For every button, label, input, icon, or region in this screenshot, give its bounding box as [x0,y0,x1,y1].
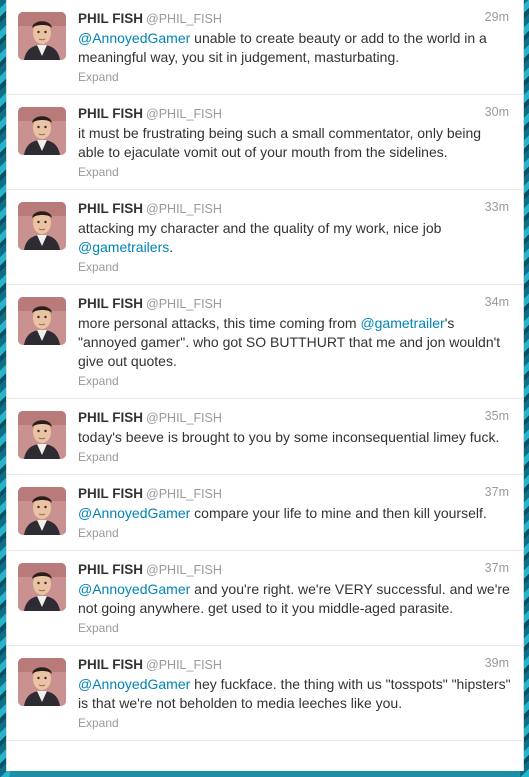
tweet-text: it must be frustrating being such a smal… [78,124,511,162]
username[interactable]: @PHIL_FISH [146,202,222,216]
mention-link[interactable]: @AnnoyedGamer [78,30,190,46]
display-name[interactable]: PHIL FISH [78,486,143,501]
tweet[interactable]: PHIL FISH @PHIL_FISH 33m attacking my cha… [7,190,523,285]
tweet-text-segment: today's beeve is brought to you by some … [78,429,500,445]
timestamp[interactable]: 33m [485,200,509,214]
avatar-photo-icon [18,658,66,706]
avatar[interactable] [18,12,66,60]
timestamp[interactable]: 29m [485,10,509,24]
mention-link[interactable]: @gametrailers [78,239,169,255]
display-name[interactable]: PHIL FISH [78,201,143,216]
avatar[interactable] [18,107,66,155]
timestamp[interactable]: 39m [485,656,509,670]
expand-link[interactable]: Expand [78,716,511,730]
tweet-text-segment: more personal attacks, this time coming … [78,315,361,331]
display-name[interactable]: PHIL FISH [78,11,143,26]
timestamp[interactable]: 34m [485,295,509,309]
expand-link[interactable]: Expand [78,621,511,635]
username[interactable]: @PHIL_FISH [146,658,222,672]
tweet[interactable]: PHIL FISH @PHIL_FISH 34m more personal at… [7,285,523,399]
username[interactable]: @PHIL_FISH [146,12,222,26]
tweet-text: more personal attacks, this time coming … [78,314,511,371]
tweet-text: @AnnoyedGamer hey fuckface. the thing wi… [78,675,511,713]
avatar-photo-icon [18,12,66,60]
mention-link[interactable]: @gametrailer [360,315,444,331]
display-name[interactable]: PHIL FISH [78,106,143,121]
avatar[interactable] [18,202,66,250]
avatar-photo-icon [18,411,66,459]
timestamp[interactable]: 37m [485,485,509,499]
avatar-photo-icon [18,107,66,155]
timestamp[interactable]: 35m [485,409,509,423]
tweet[interactable]: PHIL FISH @PHIL_FISH 39m @AnnoyedGamer he… [7,646,523,741]
tweet-text-segment: compare your life to mine and then kill … [190,505,487,521]
display-name[interactable]: PHIL FISH [78,410,143,425]
avatar[interactable] [18,658,66,706]
tweet[interactable]: PHIL FISH @PHIL_FISH 30m it must be frust… [7,95,523,190]
tweet-text: attacking my character and the quality o… [78,219,511,257]
mention-link[interactable]: @AnnoyedGamer [78,581,190,597]
avatar[interactable] [18,411,66,459]
username[interactable]: @PHIL_FISH [146,297,222,311]
tweet-text: @AnnoyedGamer and you're right. we're VE… [78,580,511,618]
expand-link[interactable]: Expand [78,260,511,274]
expand-link[interactable]: Expand [78,526,511,540]
expand-link[interactable]: Expand [78,165,511,179]
tweet-text: today's beeve is brought to you by some … [78,428,511,447]
avatar-photo-icon [18,202,66,250]
username[interactable]: @PHIL_FISH [146,563,222,577]
expand-link[interactable]: Expand [78,374,511,388]
display-name[interactable]: PHIL FISH [78,657,143,672]
tweet[interactable]: PHIL FISH @PHIL_FISH 37m @AnnoyedGamer co… [7,475,523,551]
tweet-text-segment: . [169,239,174,255]
avatar-photo-icon [18,297,66,345]
timestamp[interactable]: 37m [485,561,509,575]
tweet[interactable]: PHIL FISH @PHIL_FISH 37m @AnnoyedGamer an… [7,551,523,646]
username[interactable]: @PHIL_FISH [146,487,222,501]
avatar[interactable] [18,487,66,535]
mention-link[interactable]: @AnnoyedGamer [78,505,190,521]
expand-link[interactable]: Expand [78,450,511,464]
expand-link[interactable]: Expand [78,70,511,84]
username[interactable]: @PHIL_FISH [146,107,222,121]
display-name[interactable]: PHIL FISH [78,296,143,311]
tweet-text: @AnnoyedGamer compare your life to mine … [78,504,511,523]
tweet[interactable]: PHIL FISH @PHIL_FISH 29m @AnnoyedGamer un… [7,0,523,95]
tweet[interactable]: PHIL FISH @PHIL_FISH 35m today's beeve is… [7,399,523,475]
display-name[interactable]: PHIL FISH [78,562,143,577]
tweet-text: @AnnoyedGamer unable to create beauty or… [78,29,511,67]
avatar[interactable] [18,563,66,611]
mention-link[interactable]: @AnnoyedGamer [78,676,190,692]
timestamp[interactable]: 30m [485,105,509,119]
tweet-text-segment: attacking my character and the quality o… [78,220,442,236]
avatar[interactable] [18,297,66,345]
avatar-photo-icon [18,487,66,535]
username[interactable]: @PHIL_FISH [146,411,222,425]
avatar-photo-icon [18,563,66,611]
tweet-timeline: PHIL FISH @PHIL_FISH 29m @AnnoyedGamer un… [6,0,524,771]
tweet-text-segment: it must be frustrating being such a smal… [78,125,482,160]
